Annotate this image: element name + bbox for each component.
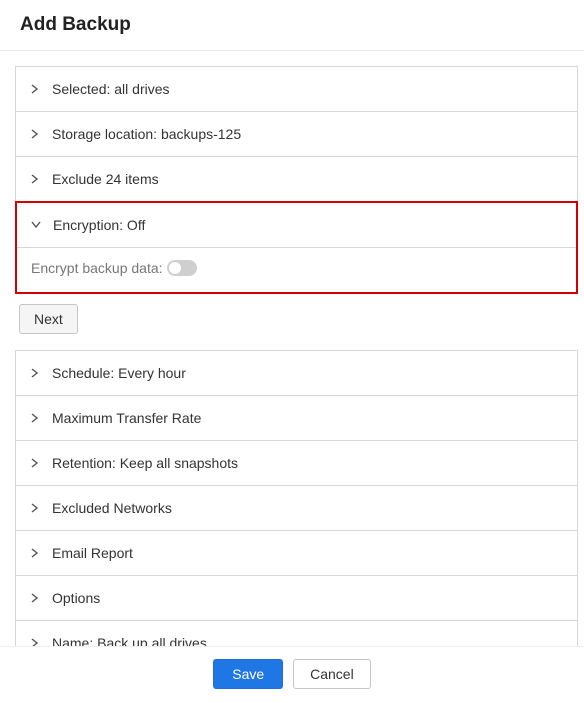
chevron-right-icon bbox=[28, 84, 42, 94]
section-email: Email Report bbox=[16, 531, 577, 576]
section-encryption-header[interactable]: Encryption: Off bbox=[17, 203, 576, 247]
add-backup-dialog: Add Backup Selected: all drives Storage … bbox=[0, 0, 584, 703]
section-retention-header[interactable]: Retention: Keep all snapshots bbox=[16, 441, 577, 485]
chevron-down-icon bbox=[29, 220, 43, 230]
section-selected: Selected: all drives bbox=[16, 67, 577, 112]
dialog-title: Add Backup bbox=[0, 0, 584, 51]
section-retention: Retention: Keep all snapshots bbox=[16, 441, 577, 486]
section-transfer-label: Maximum Transfer Rate bbox=[52, 410, 201, 426]
section-storage-header[interactable]: Storage location: backups-125 bbox=[16, 112, 577, 156]
next-row: Next bbox=[15, 294, 578, 350]
section-schedule-header[interactable]: Schedule: Every hour bbox=[16, 351, 577, 395]
section-name-label: Name: Back up all drives bbox=[52, 635, 207, 646]
dialog-footer: Save Cancel bbox=[0, 646, 584, 703]
section-retention-label: Retention: Keep all snapshots bbox=[52, 455, 238, 471]
chevron-right-icon bbox=[28, 638, 42, 646]
chevron-right-icon bbox=[28, 458, 42, 468]
section-storage: Storage location: backups-125 bbox=[16, 112, 577, 157]
section-storage-label: Storage location: backups-125 bbox=[52, 126, 241, 142]
section-networks: Excluded Networks bbox=[16, 486, 577, 531]
section-transfer-header[interactable]: Maximum Transfer Rate bbox=[16, 396, 577, 440]
chevron-right-icon bbox=[28, 413, 42, 423]
accordion-top: Selected: all drives Storage location: b… bbox=[15, 66, 578, 294]
section-schedule-label: Schedule: Every hour bbox=[52, 365, 186, 381]
chevron-right-icon bbox=[28, 503, 42, 513]
section-exclude-label: Exclude 24 items bbox=[52, 171, 159, 187]
section-networks-label: Excluded Networks bbox=[52, 500, 172, 516]
dialog-body: Selected: all drives Storage location: b… bbox=[0, 51, 584, 646]
chevron-right-icon bbox=[28, 174, 42, 184]
section-email-label: Email Report bbox=[52, 545, 133, 561]
section-name: Name: Back up all drives bbox=[16, 621, 577, 646]
highlight-encryption: Encryption: Off Encrypt backup data: bbox=[15, 201, 578, 294]
section-encryption: Encryption: Off bbox=[17, 203, 576, 248]
toggle-knob bbox=[169, 262, 181, 274]
section-transfer: Maximum Transfer Rate bbox=[16, 396, 577, 441]
next-button[interactable]: Next bbox=[19, 304, 78, 334]
section-name-header[interactable]: Name: Back up all drives bbox=[16, 621, 577, 646]
cancel-button[interactable]: Cancel bbox=[293, 659, 371, 689]
accordion-bottom: Schedule: Every hour Maximum Transfer Ra… bbox=[15, 350, 578, 646]
encrypt-data-toggle[interactable] bbox=[167, 260, 197, 276]
encrypt-data-label: Encrypt backup data: bbox=[31, 260, 163, 276]
section-options: Options bbox=[16, 576, 577, 621]
encryption-panel: Encrypt backup data: bbox=[17, 248, 576, 292]
section-exclude-header[interactable]: Exclude 24 items bbox=[16, 157, 577, 201]
section-networks-header[interactable]: Excluded Networks bbox=[16, 486, 577, 530]
chevron-right-icon bbox=[28, 593, 42, 603]
section-exclude: Exclude 24 items bbox=[16, 157, 577, 202]
section-selected-header[interactable]: Selected: all drives bbox=[16, 67, 577, 111]
section-email-header[interactable]: Email Report bbox=[16, 531, 577, 575]
section-options-label: Options bbox=[52, 590, 100, 606]
section-schedule: Schedule: Every hour bbox=[16, 351, 577, 396]
chevron-right-icon bbox=[28, 368, 42, 378]
chevron-right-icon bbox=[28, 548, 42, 558]
section-options-header[interactable]: Options bbox=[16, 576, 577, 620]
section-encryption-label: Encryption: Off bbox=[53, 217, 145, 233]
chevron-right-icon bbox=[28, 129, 42, 139]
save-button[interactable]: Save bbox=[213, 659, 283, 689]
section-selected-label: Selected: all drives bbox=[52, 81, 170, 97]
